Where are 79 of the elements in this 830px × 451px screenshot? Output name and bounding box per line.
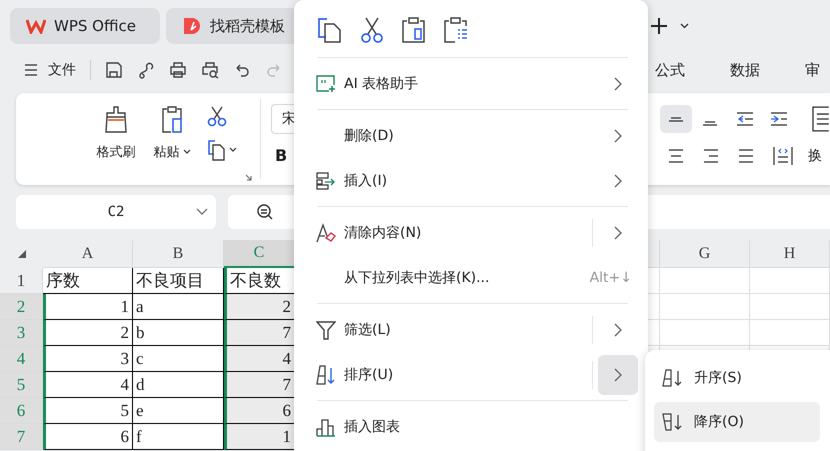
chevron-right-icon: [614, 368, 622, 382]
table-cell: 2: [224, 294, 295, 320]
align-right-icon[interactable]: [703, 149, 719, 163]
table-cell: 不良数: [224, 268, 295, 294]
format-painter-button[interactable]: 格式刷: [88, 93, 144, 185]
shortcut-text: Alt+↓: [590, 270, 632, 286]
table-cell: 4: [43, 372, 133, 398]
menu-item[interactable]: 筛选(L): [344, 320, 391, 338]
column-header[interactable]: A: [43, 240, 133, 268]
distributed-icon[interactable]: [773, 147, 793, 165]
filter-icon: [316, 320, 336, 340]
chevron-right-icon: [614, 322, 622, 336]
menu-item[interactable]: 从下拉列表中选择(K)...: [344, 268, 490, 286]
submenu-item[interactable]: 降序(O): [654, 402, 820, 442]
print-icon[interactable]: [169, 61, 187, 79]
insert-cells-icon: [316, 172, 336, 190]
table-cell: 7: [224, 320, 295, 346]
table-cell: 7: [224, 372, 295, 398]
save-icon[interactable]: [105, 61, 123, 79]
table-cell: 5: [43, 398, 133, 424]
cut-icon[interactable]: [206, 105, 228, 127]
select-all-icon[interactable]: [18, 250, 26, 258]
table-cell: 1: [43, 294, 133, 320]
chevron-right-icon: [614, 226, 622, 240]
menu-item[interactable]: 删除(D): [344, 126, 394, 144]
table-cell: 2: [43, 320, 133, 346]
sort-icon: [316, 364, 336, 384]
column-header[interactable]: B: [133, 240, 224, 268]
menu-item[interactable]: 插入图表: [344, 418, 400, 436]
ribbon-tab[interactable]: 公式: [655, 60, 730, 80]
column-header[interactable]: H: [750, 240, 830, 268]
submenu-item[interactable]: 升序(S): [654, 358, 820, 398]
indent-icon: [770, 112, 788, 126]
table-cell: 4: [224, 346, 295, 372]
name-box[interactable]: C2: [16, 195, 216, 229]
paste-special-icon[interactable]: [442, 16, 470, 44]
chevron-right-icon: [614, 128, 622, 142]
outdent-icon: [736, 112, 754, 126]
cut-icon[interactable]: [358, 16, 386, 44]
table-cell: 6: [224, 398, 295, 424]
align-left-icon[interactable]: [668, 149, 684, 163]
chevron-down-icon[interactable]: [680, 23, 689, 29]
paste-icon[interactable]: [400, 16, 428, 44]
column-header[interactable]: G: [660, 240, 750, 268]
table-cell: 1: [224, 424, 295, 450]
document-tab[interactable]: WPS Office: [10, 8, 160, 44]
chevron-right-icon: [614, 174, 622, 188]
new-tab-icon[interactable]: [650, 17, 668, 35]
align-middle-icon: [668, 116, 684, 122]
align-middle-button[interactable]: [660, 105, 692, 133]
ribbon-tab[interactable]: 数据: [730, 60, 805, 80]
file-menu[interactable]: 文件: [48, 61, 76, 79]
table-cell: 序数: [43, 268, 133, 294]
justify-icon[interactable]: [738, 149, 754, 163]
menu-icon[interactable]: [24, 63, 38, 77]
eraser-icon: [316, 222, 336, 242]
wrap-text-label[interactable]: 换: [808, 147, 822, 165]
zoom-icon[interactable]: [256, 203, 274, 221]
align-bottom-icon: [702, 120, 718, 126]
table-cell: 6: [43, 424, 133, 450]
paste-button[interactable]: 粘贴: [144, 93, 200, 185]
docer-logo-icon: [182, 16, 202, 36]
menu-item[interactable]: 插入(I): [344, 172, 388, 190]
wps-logo-icon: [26, 18, 46, 34]
row-header[interactable]: 1: [0, 268, 43, 294]
ribbon-tab[interactable]: 审: [805, 60, 830, 80]
menu-item[interactable]: AI 表格助手: [344, 74, 418, 92]
ai-assistant-icon: [316, 74, 336, 92]
copy-icon[interactable]: [316, 16, 344, 44]
menu-item[interactable]: 清除内容(N): [344, 224, 422, 242]
wrap-text-icon[interactable]: [812, 106, 830, 132]
caret-icon: [182, 149, 190, 155]
link-icon[interactable]: [137, 61, 155, 79]
print-preview-icon[interactable]: [201, 61, 219, 79]
table-cell: 3: [43, 346, 133, 372]
menu-item[interactable]: 排序(U): [344, 366, 394, 384]
chevron-right-icon: [614, 76, 622, 90]
dialog-launcher-icon[interactable]: [245, 174, 252, 181]
bar-chart-icon: [316, 416, 336, 436]
